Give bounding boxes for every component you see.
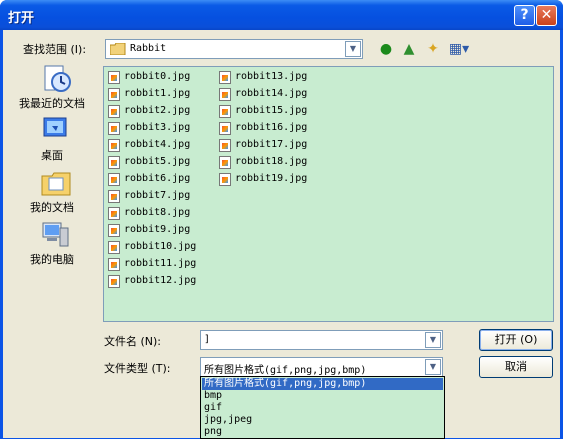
image-file-icon: [108, 139, 120, 152]
folder-icon: [110, 43, 126, 55]
image-file-icon: [219, 156, 231, 169]
file-list[interactable]: robbit0.jpg robbit1.jpg robbit2.jpg robb…: [103, 66, 554, 322]
file-item[interactable]: robbit7.jpg: [108, 188, 218, 204]
file-item[interactable]: robbit16.jpg: [219, 120, 329, 136]
file-item[interactable]: robbit14.jpg: [219, 86, 329, 102]
file-item[interactable]: robbit4.jpg: [108, 137, 218, 153]
image-file-icon: [108, 258, 120, 271]
image-file-icon: [108, 224, 120, 237]
file-item[interactable]: robbit2.jpg: [108, 103, 218, 119]
image-file-icon: [108, 275, 120, 288]
image-file-icon: [108, 207, 120, 220]
image-file-icon: [219, 88, 231, 101]
filename-label: 文件名 (N):: [104, 335, 162, 348]
places-bar: 我最近的文档 桌面 我的文档 我的电脑: [9, 64, 95, 414]
image-file-icon: [219, 71, 231, 84]
image-file-icon: [108, 88, 120, 101]
chevron-down-icon[interactable]: ▼: [345, 41, 361, 57]
close-button[interactable]: ✕: [536, 5, 557, 26]
place-my-computer[interactable]: 我的电脑: [9, 220, 95, 268]
chevron-down-icon[interactable]: ▼: [425, 359, 441, 375]
image-file-icon: [108, 122, 120, 135]
file-item[interactable]: robbit15.jpg: [219, 103, 329, 119]
image-file-icon: [108, 156, 120, 169]
up-folder-icon[interactable]: ▲: [399, 39, 419, 59]
filetype-dropdown-list[interactable]: 所有图片格式(gif,png,jpg,bmp) bmp gif jpg,jpeg…: [200, 376, 445, 439]
filetype-option[interactable]: 所有图片格式(gif,png,jpg,bmp): [202, 378, 443, 390]
place-label: 我最近的文档: [19, 97, 85, 110]
filetype-option[interactable]: bmp: [202, 390, 443, 402]
image-file-icon: [108, 190, 120, 203]
file-item[interactable]: robbit1.jpg: [108, 86, 218, 102]
file-item[interactable]: robbit19.jpg: [219, 171, 329, 187]
file-item[interactable]: robbit6.jpg: [108, 171, 218, 187]
file-item[interactable]: robbit0.jpg: [108, 69, 218, 85]
image-file-icon: [219, 122, 231, 135]
place-desktop[interactable]: 桌面: [9, 116, 95, 164]
image-file-icon: [219, 173, 231, 186]
filetype-option[interactable]: jpg,jpeg: [202, 414, 443, 426]
file-item[interactable]: robbit11.jpg: [108, 256, 218, 272]
look-in-value: Rabbit: [130, 43, 167, 54]
image-file-icon: [219, 139, 231, 152]
place-my-documents[interactable]: 我的文档: [9, 168, 95, 216]
my-documents-folder-icon: [41, 172, 71, 196]
title-bar[interactable]: 打开 ? ✕: [0, 0, 563, 30]
file-item[interactable]: robbit5.jpg: [108, 154, 218, 170]
file-item[interactable]: robbit17.jpg: [219, 137, 329, 153]
filetype-value: 所有图片格式(gif,png,jpg,bmp): [204, 365, 367, 376]
place-label: 我的文档: [30, 201, 74, 214]
image-file-icon: [108, 173, 120, 186]
file-item[interactable]: robbit10.jpg: [108, 239, 218, 255]
filetype-combo[interactable]: 所有图片格式(gif,png,jpg,bmp) ▼: [200, 357, 443, 377]
my-computer-icon: [42, 222, 69, 247]
cancel-button[interactable]: 取消: [479, 356, 553, 378]
filetype-option[interactable]: png: [202, 426, 443, 438]
dialog-body: 查找范围 (I): Rabbit ▼ ● ▲ ✦ ▦▾ 我最近的文档 桌面 我的…: [3, 30, 560, 439]
back-icon[interactable]: ●: [376, 39, 396, 59]
filename-input[interactable]: ]: [204, 334, 210, 345]
file-item[interactable]: robbit3.jpg: [108, 120, 218, 136]
file-item[interactable]: robbit13.jpg: [219, 69, 329, 85]
image-file-icon: [219, 105, 231, 118]
place-recent[interactable]: 我最近的文档: [9, 64, 95, 112]
window-title: 打开: [8, 11, 35, 26]
place-label: 我的电脑: [30, 253, 74, 266]
open-button[interactable]: 打开 (O): [479, 329, 553, 351]
new-folder-icon[interactable]: ✦: [423, 39, 443, 59]
chevron-down-icon[interactable]: ▼: [425, 332, 441, 348]
filename-combo[interactable]: ] ▼: [200, 330, 443, 350]
image-file-icon: [108, 105, 120, 118]
filetype-label: 文件类型 (T):: [104, 362, 171, 375]
file-item[interactable]: robbit12.jpg: [108, 273, 218, 289]
file-item[interactable]: robbit9.jpg: [108, 222, 218, 238]
file-item[interactable]: robbit18.jpg: [219, 154, 329, 170]
look-in-combo[interactable]: Rabbit ▼: [105, 39, 363, 59]
look-in-label: 查找范围 (I):: [23, 43, 87, 56]
image-file-icon: [108, 241, 120, 254]
place-label: 桌面: [41, 149, 63, 162]
file-item[interactable]: robbit8.jpg: [108, 205, 218, 221]
view-menu-icon[interactable]: ▦▾: [447, 39, 471, 59]
help-button[interactable]: ?: [514, 5, 535, 26]
image-file-icon: [108, 71, 120, 84]
filetype-option[interactable]: gif: [202, 402, 443, 414]
open-dialog: 打开 ? ✕ 查找范围 (I): Rabbit ▼ ● ▲ ✦ ▦▾ 我最近的文…: [0, 0, 563, 439]
desktop-icon: [43, 117, 67, 137]
recent-documents-icon: [44, 65, 71, 92]
